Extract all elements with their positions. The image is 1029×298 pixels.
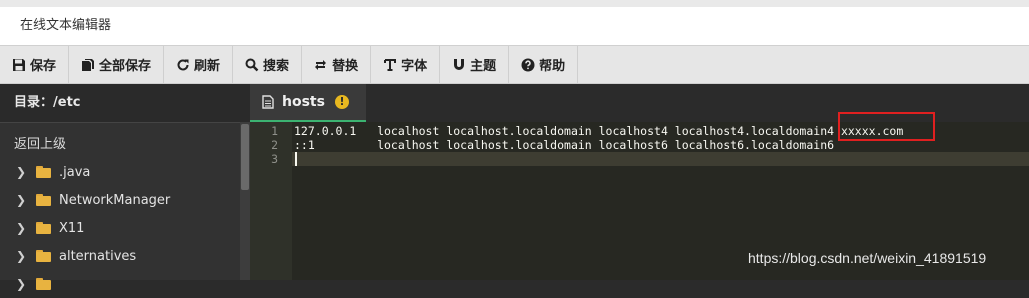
search-button[interactable]: 搜索 [233, 46, 303, 83]
unsaved-warning-icon: ! [334, 95, 349, 109]
folder-icon [36, 250, 51, 262]
theme-label: 主题 [470, 59, 497, 74]
tree-item-partial[interactable]: ❯ [0, 270, 240, 298]
help-icon [521, 58, 535, 71]
active-line-highlight [292, 152, 1029, 166]
refresh-icon [177, 58, 189, 70]
theme-button[interactable]: 主题 [440, 46, 510, 83]
directory-path: 目录：/etc [0, 84, 250, 122]
font-icon [384, 58, 397, 71]
refresh-label: 刷新 [194, 59, 221, 74]
chevron-right-icon: ❯ [16, 277, 27, 291]
watermark: https://blog.csdn.net/weixin_41891519 [748, 250, 987, 266]
tree-item-java[interactable]: ❯ .java [0, 158, 240, 186]
sidebar-scroll-thumb[interactable] [241, 124, 249, 190]
line-text: 127.0.0.1 localhost localhost.localdomai… [294, 124, 904, 138]
replace-label: 替换 [332, 59, 359, 74]
line-number: 1 [271, 124, 278, 138]
chevron-right-icon: ❯ [16, 165, 27, 179]
folder-icon [36, 194, 51, 206]
tree-item-label: .java [59, 164, 91, 180]
save-button[interactable]: 保存 [0, 46, 70, 83]
file-icon [262, 95, 274, 109]
go-up-link[interactable]: 返回上级 [14, 133, 66, 152]
chevron-right-icon: ❯ [16, 221, 27, 235]
tree-item-label: NetworkManager [59, 192, 171, 208]
tree-item-alternatives[interactable]: ❯ alternatives [0, 242, 240, 270]
font-label: 字体 [401, 59, 428, 74]
folder-icon [36, 222, 51, 234]
tab-hosts[interactable]: hosts ! [250, 84, 366, 122]
replace-button[interactable]: 替换 [302, 46, 372, 83]
replace-icon [315, 59, 327, 70]
tree-item-networkmanager[interactable]: ❯ NetworkManager [0, 186, 240, 214]
save-all-button[interactable]: 全部保存 [69, 46, 165, 83]
chevron-right-icon: ❯ [16, 249, 27, 263]
line-number: 3 [271, 152, 278, 166]
refresh-button[interactable]: 刷新 [164, 46, 234, 83]
font-button[interactable]: 字体 [371, 46, 441, 83]
help-label: 帮助 [539, 59, 566, 74]
help-button[interactable]: 帮助 [509, 46, 579, 83]
folder-icon [36, 166, 51, 178]
line-text: ::1 localhost localhost.localdomain loca… [294, 138, 835, 152]
search-icon [245, 58, 259, 71]
save-all-label: 全部保存 [99, 59, 152, 74]
tree-item-x11[interactable]: ❯ X11 [0, 214, 240, 242]
line-number: 2 [271, 138, 278, 152]
text-cursor [295, 152, 297, 166]
theme-icon [454, 58, 465, 70]
chevron-right-icon: ❯ [16, 193, 27, 207]
annotation-highlight-box [838, 112, 935, 141]
tree-item-label: alternatives [59, 248, 137, 264]
toolbar: 保存 全部保存 刷新 搜索 替换 字体 主题 帮助 [0, 45, 1029, 84]
save-icon [13, 58, 25, 71]
tab-label: hosts [282, 94, 325, 110]
tree-item-label: X11 [59, 220, 85, 236]
window-title: 在线文本编辑器 [0, 7, 1029, 45]
save-label: 保存 [30, 59, 57, 74]
search-label: 搜索 [263, 59, 290, 74]
file-tree: 返回上级 ❯ .java ❯ NetworkManager ❯ X11 ❯ al… [0, 122, 240, 291]
save-all-icon [82, 58, 95, 71]
